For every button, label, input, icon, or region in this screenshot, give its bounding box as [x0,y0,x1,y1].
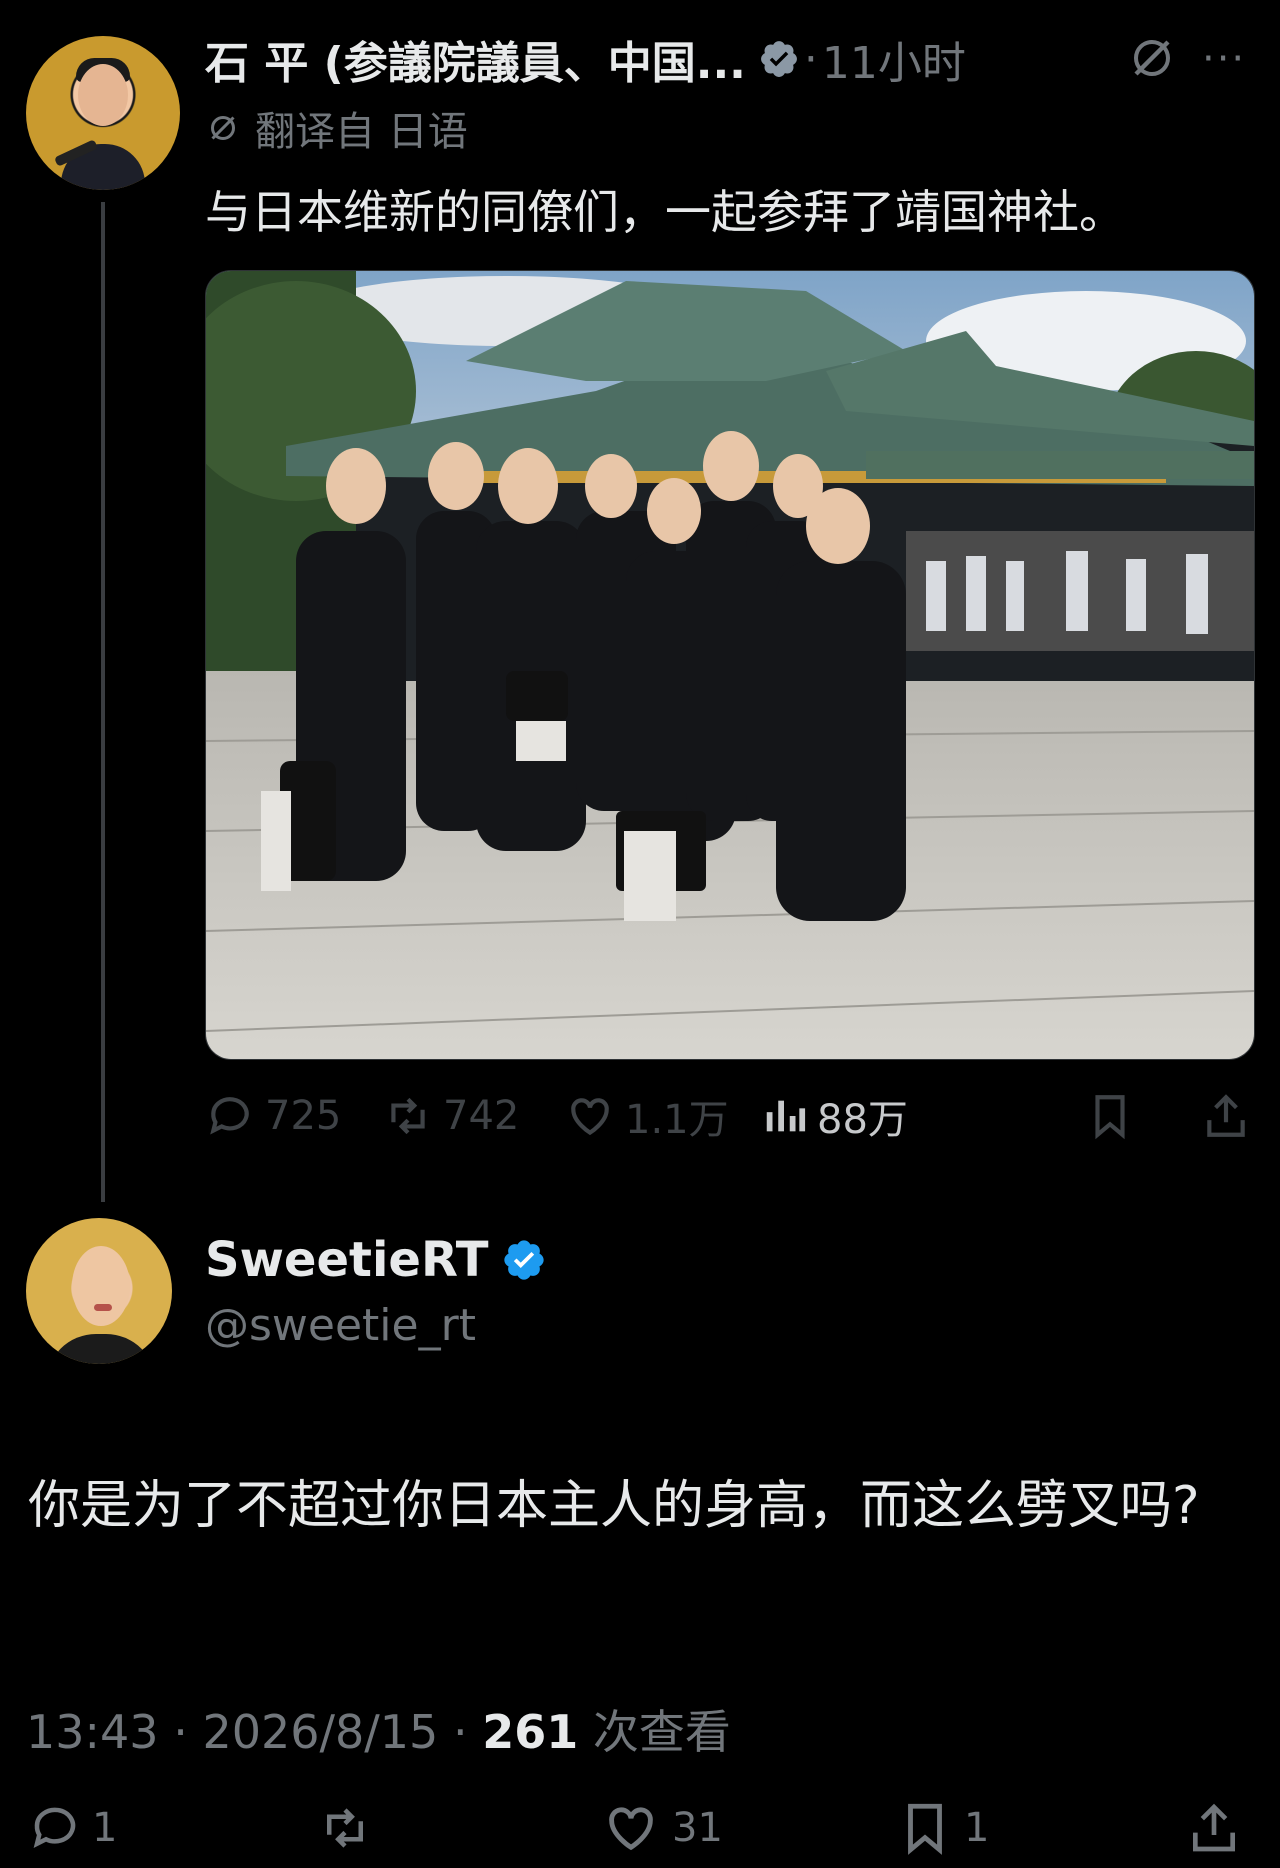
bookmark-icon [1095,1095,1125,1140]
shrine-group-photo [206,271,1254,1059]
translated-label: 翻译自 日语 [255,109,468,155]
avatar-lips [94,1304,112,1311]
reply-icon [33,1807,76,1848]
verified-badge-icon [503,1240,544,1280]
avatar-dress [46,1334,156,1364]
like-button[interactable]: 31 [600,1798,723,1858]
retweet-count: 742 [443,1093,520,1139]
share-button[interactable] [1186,1798,1252,1858]
parent-author-row: 石 平 (参議院議員、中国... · 11小时 [205,28,966,90]
parent-tweet-text: 与日本维新的同僚们，一起参拜了靖国神社。 [205,185,1125,239]
parent-author-name[interactable]: 石 平 (参議院議員、中国... [205,27,746,91]
separator: · [452,1705,468,1759]
reply-button[interactable]: 725 [205,1086,341,1146]
reply-icon [210,1097,249,1135]
reply-views-label: 次查看 [592,1705,731,1759]
share-icon [1207,1094,1245,1137]
reply-tweet-text: 你是为了不超过你日本主人的身高，而这么劈叉吗? [28,1476,1200,1536]
parent-tweet-time[interactable]: 11小时 [822,27,966,91]
tweet-photo[interactable] [205,270,1255,1060]
views-button[interactable]: 88万 [761,1086,908,1146]
views-count: 88万 [817,1097,908,1143]
reply-author-avatar[interactable] [26,1218,172,1364]
more-icon[interactable]: ··· [1202,36,1246,82]
avatar-face [72,1246,130,1326]
reply-count: 725 [265,1093,342,1139]
like-count: 1.1万 [625,1097,729,1143]
reply-button[interactable]: 1 [28,1798,117,1858]
reply-time[interactable]: 13:43 [26,1705,159,1759]
like-icon [571,1098,609,1136]
translated-indicator[interactable]: 翻译自 日语 [205,100,468,156]
reply-author-row: SweetieRT [205,1232,547,1288]
separator: · [173,1705,188,1759]
author-avatar[interactable] [26,36,180,190]
bookmark-button[interactable]: 1 [896,1798,989,1858]
reply-count: 1 [92,1805,118,1851]
views-icon [766,1100,806,1132]
retweet-icon [391,1097,425,1135]
time-separator: · [803,33,818,85]
reply-date[interactable]: 2026/8/15 [202,1705,438,1759]
bookmark-icon [908,1803,942,1855]
bookmark-count: 1 [964,1805,990,1851]
bookmark-button[interactable] [1085,1086,1145,1146]
like-count: 31 [672,1805,723,1851]
reply-author-handle[interactable]: @sweetie_rt [205,1300,476,1351]
reply-views-count: 261 [482,1705,579,1759]
reply-author-name[interactable]: SweetieRT [205,1232,489,1288]
share-button[interactable] [1201,1086,1261,1146]
avatar-face [78,64,128,126]
reply-timestamp-row: 13:43 · 2026/8/15 · 261 次查看 [26,1696,731,1762]
retweet-icon [327,1808,363,1848]
translate-icon [211,116,235,140]
verified-badge-icon [760,41,797,77]
grok-icon[interactable] [1128,34,1176,82]
like-button[interactable]: 1.1万 [565,1086,729,1146]
like-icon [609,1807,653,1851]
retweet-button[interactable]: 742 [383,1086,519,1146]
thread-connector-line [101,202,105,1202]
retweet-button[interactable] [312,1798,388,1858]
share-icon [1193,1803,1235,1852]
parent-action-bar: 725 742 1.1万 88万 [205,1086,1253,1146]
